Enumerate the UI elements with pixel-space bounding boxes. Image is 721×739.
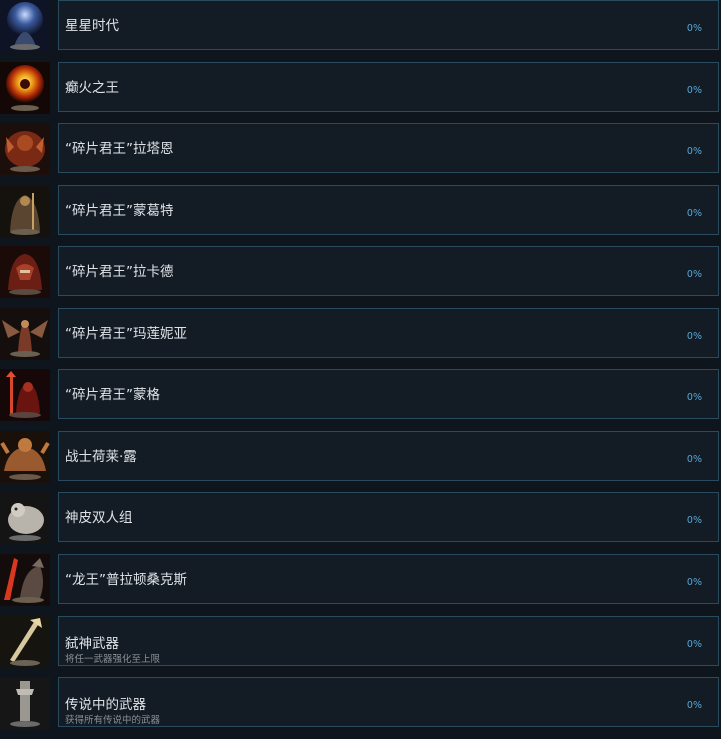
achievement-title: “碎片君王”拉卡德 (65, 264, 174, 280)
achievement-panel: “碎片君王”拉卡德 0% (58, 246, 719, 296)
achievement-percent: 0% (686, 269, 702, 280)
achievement-title: 神皮双人组 (65, 510, 133, 526)
mohg-icon (0, 369, 50, 421)
achievement-row[interactable]: “碎片君王”拉塔恩 0% (0, 123, 721, 175)
achievement-title: “碎片君王”蒙格 (65, 387, 160, 403)
dragonlord-icon (0, 554, 50, 606)
achievement-panel: 星星时代 0% (58, 0, 719, 50)
legendary-armament-icon (0, 677, 50, 729)
achievement-row[interactable]: “碎片君王”拉卡德 0% (0, 246, 721, 298)
achievement-list: 星星时代 0% 癫火之王 0% “碎片君王”拉塔恩 0% “碎片君王”蒙葛特 0… (0, 0, 721, 739)
achievement-row[interactable]: 传说中的武器 获得所有传说中的武器 0% (0, 677, 721, 729)
astrologer-icon (0, 0, 50, 52)
achievement-row[interactable]: “碎片君王”蒙葛特 0% (0, 185, 721, 237)
achievement-percent: 0% (686, 208, 702, 219)
achievement-percent: 0% (686, 85, 702, 96)
achievement-panel: 癫火之王 0% (58, 62, 719, 112)
achievement-row[interactable]: “龙王”普拉顿桑克斯 0% (0, 554, 721, 606)
achievement-percent: 0% (686, 515, 702, 526)
achievement-title: 弑神武器 (65, 636, 119, 652)
achievement-percent: 0% (686, 23, 702, 34)
achievement-row[interactable]: 战士荷莱·露 0% (0, 431, 721, 483)
achievement-row[interactable]: “碎片君王”玛莲妮亚 0% (0, 308, 721, 360)
achievement-percent: 0% (686, 392, 702, 403)
achievement-row[interactable]: 神皮双人组 0% (0, 492, 721, 544)
achievement-panel: “碎片君王”蒙格 0% (58, 369, 719, 419)
achievement-panel: 传说中的武器 获得所有传说中的武器 0% (58, 677, 719, 727)
achievement-description: 将任一武器强化至上限 (65, 654, 161, 665)
achievement-panel: 战士荷莱·露 0% (58, 431, 719, 481)
achievement-title: “碎片君王”蒙葛特 (65, 203, 174, 219)
achievement-panel: “碎片君王”玛莲妮亚 0% (58, 308, 719, 358)
frenzied-flame-icon (0, 62, 50, 114)
achievement-title: 战士荷莱·露 (65, 449, 137, 465)
achievement-title: “碎片君王”玛莲妮亚 (65, 326, 187, 342)
rykard-icon (0, 246, 50, 298)
achievement-title: “碎片君王”拉塔恩 (65, 141, 174, 157)
upgraded-weapon-icon (0, 616, 50, 668)
achievement-panel: 弑神武器 将任一武器强化至上限 0% (58, 616, 719, 666)
achievement-percent: 0% (686, 639, 702, 650)
achievement-percent: 0% (686, 577, 702, 588)
achievement-panel: “碎片君王”拉塔恩 0% (58, 123, 719, 173)
hoarah-loux-icon (0, 431, 50, 483)
morgott-icon (0, 185, 50, 237)
achievement-percent: 0% (686, 454, 702, 465)
achievement-panel: “龙王”普拉顿桑克斯 0% (58, 554, 719, 604)
achievement-title: 癫火之王 (65, 80, 119, 96)
malenia-icon (0, 308, 50, 360)
godskin-duo-icon (0, 492, 50, 544)
achievement-percent: 0% (686, 331, 702, 342)
achievement-title: 星星时代 (65, 18, 119, 34)
achievement-row[interactable]: 癫火之王 0% (0, 62, 721, 114)
achievement-row[interactable]: 弑神武器 将任一武器强化至上限 0% (0, 616, 721, 668)
achievement-panel: “碎片君王”蒙葛特 0% (58, 185, 719, 235)
achievement-description: 获得所有传说中的武器 (65, 715, 161, 726)
achievement-percent: 0% (686, 146, 702, 157)
achievement-row[interactable]: “碎片君王”蒙格 0% (0, 369, 721, 421)
achievement-panel: 神皮双人组 0% (58, 492, 719, 542)
achievement-title: 传说中的武器 (65, 697, 146, 713)
achievement-row[interactable]: 星星时代 0% (0, 0, 721, 52)
radahn-icon (0, 123, 50, 175)
achievement-percent: 0% (686, 700, 702, 711)
achievement-title: “龙王”普拉顿桑克斯 (65, 572, 187, 588)
